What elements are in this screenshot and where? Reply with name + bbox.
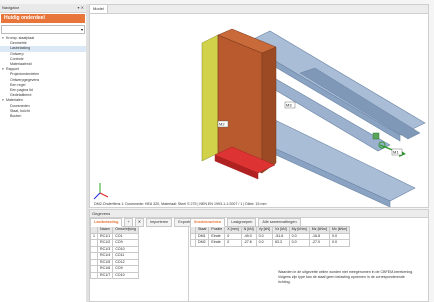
tree-item-label: Rapport [6,67,19,72]
tree-item-label: Staal, bolcht [10,108,30,113]
table-cell[interactable]: 0.0 [328,239,351,247]
panel-controls-icon[interactable]: ▾ ✕ [78,4,84,12]
table-cell[interactable] [90,271,98,279]
tree-item-label: Een regel [10,82,26,87]
model-canvas[interactable]: M2 M3 M1 [90,13,428,207]
table-cell[interactable]: Einde [208,239,226,247]
table-cell[interactable]: 63.3 [272,239,290,247]
status-text: DM2-Onderflens 1: Doorsnede: HEA 320, Ma… [94,202,267,206]
toolbar-tab[interactable]: Snedekrachten [190,217,226,227]
label-m3: M3 [286,103,292,108]
toolbar-tab[interactable]: Lastbelasting [90,217,123,227]
internal-forces-table: Staaf Positie X [mm] N [kN] Vy [kN] Vz [kN] My… [190,226,351,247]
table-cell[interactable]: CO10 [112,271,139,279]
table-cell[interactable]: 0.0 [288,239,310,247]
chevron-down-icon[interactable]: ▾ [81,26,83,33]
table-cell[interactable]: -27.6 [240,239,257,247]
table-row[interactable]: RC1/7 CO10 [90,271,139,279]
toolbar-tab[interactable]: Importeren [145,217,173,227]
tree-item-label: Een pagina lid [10,88,33,93]
column-header[interactable]: Mz [kNm] [308,226,330,234]
tree-item-label: Projectonderdelen [10,72,40,77]
table-cell[interactable]: 0.0 [255,239,274,247]
column-header[interactable]: My [kNm] [288,226,310,234]
tree-item-label: Materiaalenid [10,62,32,67]
tree-item-label: Controle [10,56,24,61]
tree-item-label: Doorsneden [10,103,30,108]
navigator-header: Navigator ▾ ✕ [0,4,86,13]
results-panel: Gegevens Lastbelasting + ✕ Importeren Export… [89,209,429,302]
navigator-header-label: Navigator [2,5,20,10]
load-cases-table: Naam Omschrijving 1 RC1/1 CO1 RC1/2 CO9 RC1/3 CO… [90,226,139,279]
load-cases-panel: Lastbelasting + ✕ Importeren Exporteren Naam… [90,217,201,302]
internal-forces-tabs: Snedekrachten Lastgroepen Alle samenvattin… [190,217,428,227]
label-m1: M1 [393,150,399,155]
tree-item-label: Lasbelasting [10,46,31,51]
tree-item-label: Gedetailleerd [10,93,32,98]
column-header[interactable]: Mx [kNm] [328,226,351,234]
toolbar-tab[interactable]: + [124,217,133,227]
label-m2: M2 [219,122,225,127]
member-select[interactable]: ▾ [1,25,85,34]
info-note: Waarden in de uitgezette cellen worden n… [278,270,414,284]
tree-item-label: Ontwerp [10,51,24,56]
toolbar-tab[interactable]: ✕ [134,217,144,227]
column-header[interactable]: Omschrijving [112,226,139,234]
navigator-tree: ▾ Kromp. staafplaat Geometrie Lasbelasting O… [0,36,86,119]
application-window: Navigator ▾ ✕ Huidig onderdeel ▾ ▾ Kromp.… [0,0,434,302]
tree-item-label: Bouten [10,114,22,119]
tree-item-label: Ontwerpgegevens [10,77,40,82]
toolbar-tab[interactable]: Lastgroepen [227,217,257,227]
table-cell[interactable]: RC1/7 [96,271,114,279]
table-cell[interactable]: DM2 [194,239,210,247]
table-cell[interactable]: -27.0 [308,239,330,247]
table-cell[interactable]: 0 [224,239,242,247]
toolbar-tab[interactable]: Alle samenvattingen [258,217,301,227]
plate-member[interactable] [201,28,277,180]
axis-triad-icon [93,183,109,200]
model-3d-view[interactable]: Model M2 M3 M1 DM2-Onderflens 1: Doorsne… [89,4,429,208]
navigator-panel: Navigator ▾ ✕ Huidig onderdeel ▾ ▾ Kromp.… [0,4,87,302]
table-row[interactable]: DM2 Einde 0 -27.6 0.0 63.3 0.0 -27.0 0.0 [190,239,351,247]
tree-item-label: Kromp. staafplaat [6,36,35,40]
tree-item-label: Geometrie [10,41,27,46]
internal-forces-panel: Snedekrachten Lastgroepen Alle samenvattin… [190,217,428,302]
tree-item[interactable]: Bouten [0,114,86,119]
load-cases-toolbar: Lastbelasting + ✕ Importeren Exporteren [90,217,201,227]
tree-item-label: Materialen [6,98,23,103]
current-part-title: Huidig onderdeel [1,14,85,23]
